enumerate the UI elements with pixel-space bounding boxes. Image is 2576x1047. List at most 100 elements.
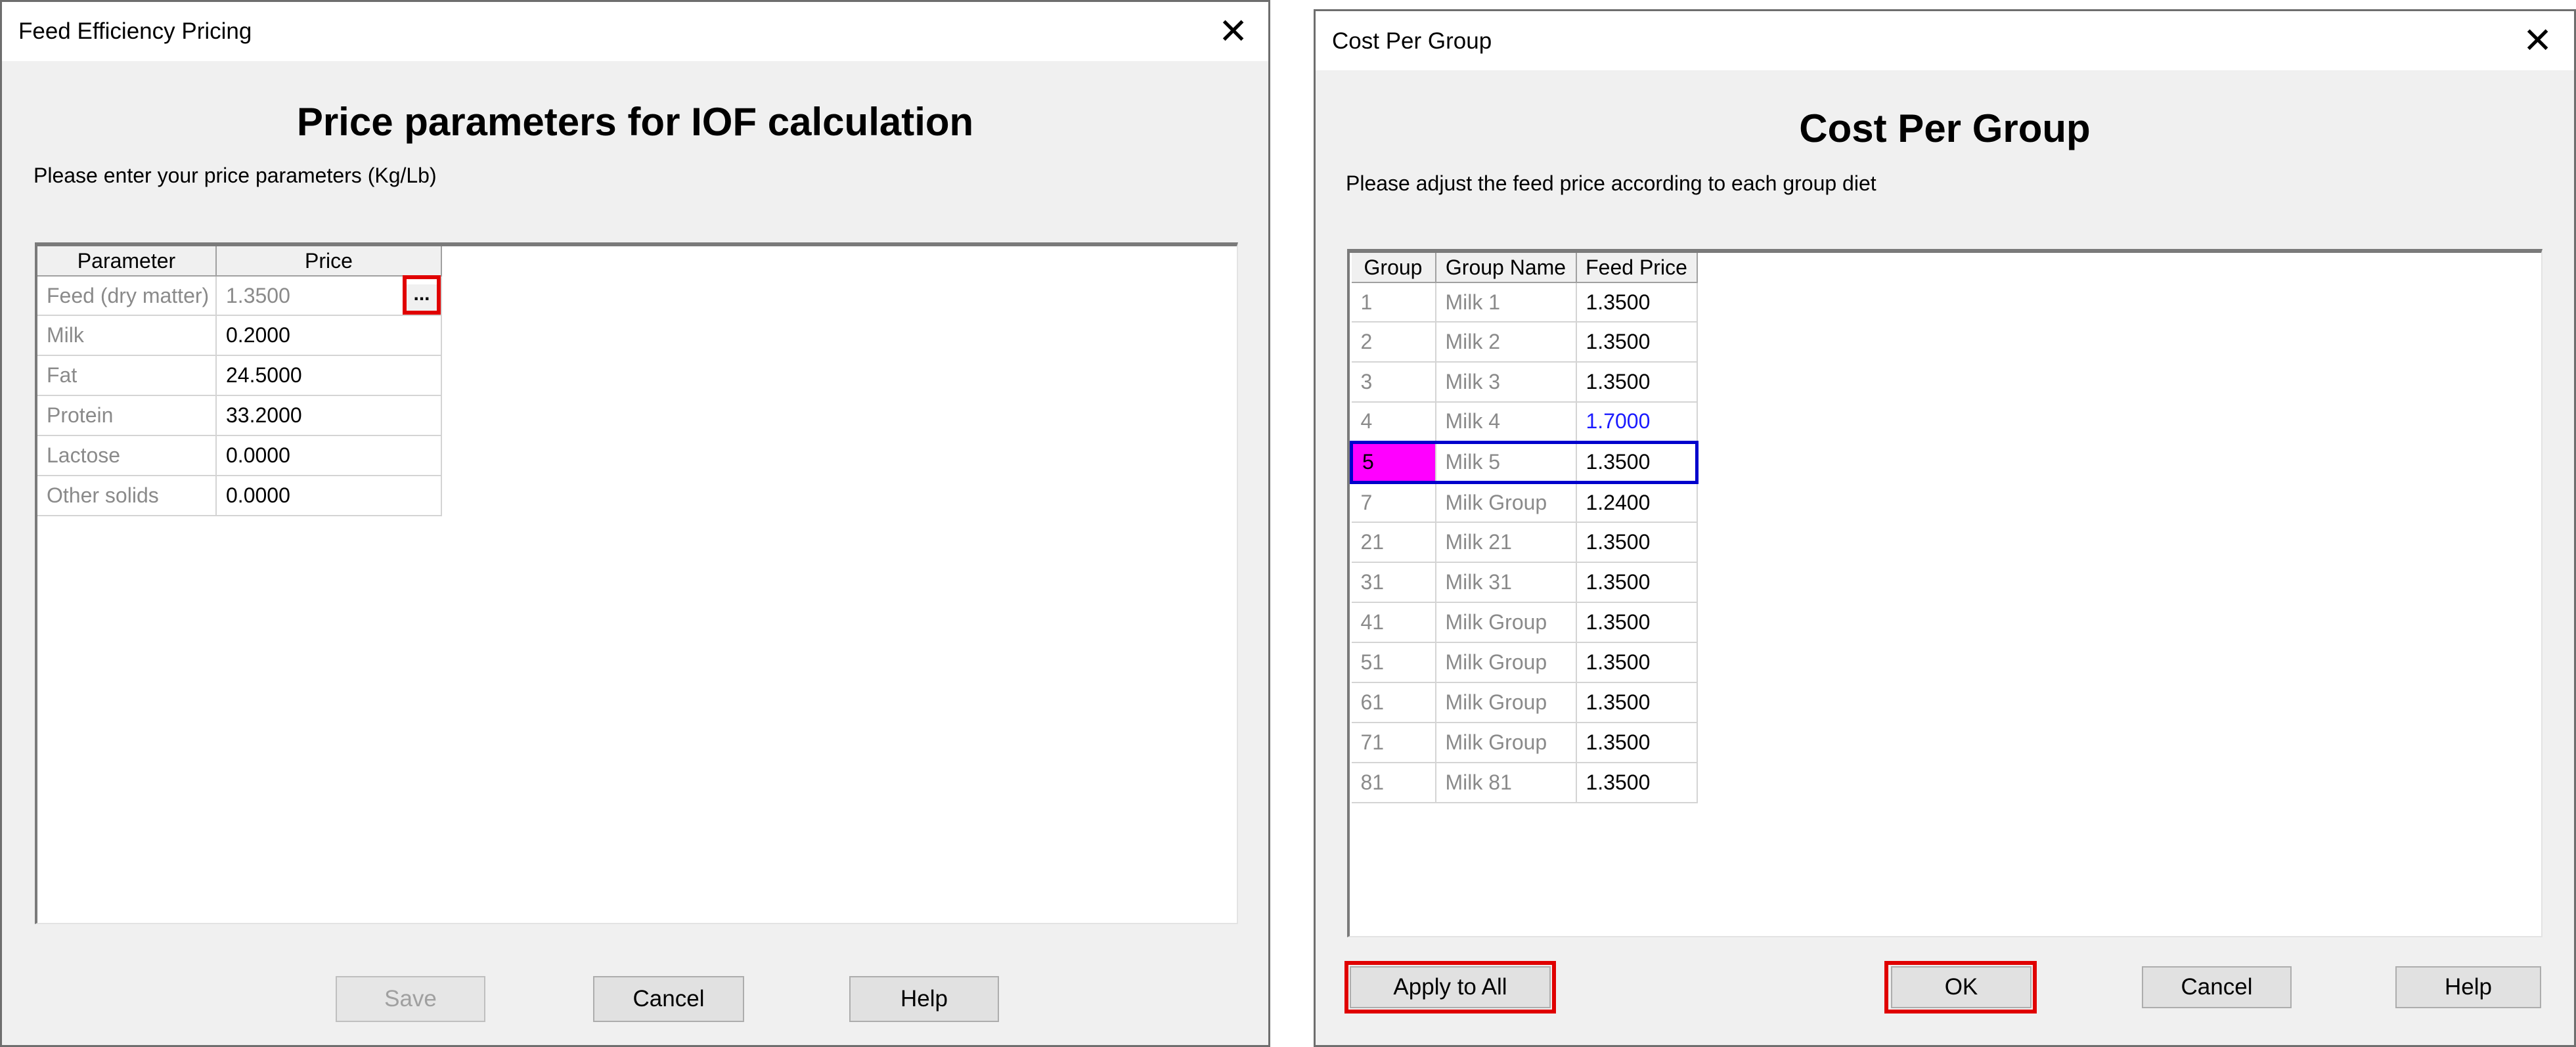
- feed-price-cell[interactable]: 1.3500: [1576, 440, 1699, 484]
- close-icon[interactable]: ✕: [2523, 23, 2552, 58]
- group-cell: 4: [1351, 402, 1436, 443]
- table-row[interactable]: 81 Milk 81 1.3500: [1351, 763, 1698, 803]
- group-name-cell: Milk 5: [1435, 440, 1577, 484]
- table-row[interactable]: 71 Milk Group 1.3500: [1351, 723, 1698, 763]
- table-row[interactable]: 2 Milk 2 1.3500: [1351, 322, 1698, 363]
- price-parameters-grid: Parameter Price Feed (dry matter) 1.3500…: [35, 242, 1238, 924]
- table-row[interactable]: Protein 33.2000: [37, 395, 442, 436]
- table-row[interactable]: 41 Milk Group 1.3500: [1351, 602, 1698, 643]
- price-cell[interactable]: 0.2000: [216, 315, 442, 356]
- price-cell[interactable]: 0.0000: [216, 476, 442, 516]
- table-row[interactable]: 4 Milk 4 1.7000: [1351, 402, 1698, 443]
- title-bar: Cost Per Group ✕: [1316, 11, 2574, 70]
- page-title: Price parameters for IOF calculation: [296, 100, 974, 144]
- window-title: Feed Efficiency Pricing: [18, 18, 252, 44]
- table-row[interactable]: 51 Milk Group 1.3500: [1351, 642, 1698, 683]
- column-header-group: Group: [1351, 253, 1436, 283]
- price-cell[interactable]: 0.0000: [216, 435, 442, 476]
- group-cell: 61: [1351, 682, 1436, 723]
- group-cell: 71: [1351, 723, 1436, 763]
- group-cell: 41: [1351, 602, 1436, 643]
- column-header-price: Price: [216, 246, 442, 277]
- group-cell: 1: [1351, 282, 1436, 323]
- group-cell: 3: [1351, 362, 1436, 403]
- feed-price-cell[interactable]: 1.3500: [1576, 602, 1698, 643]
- parameter-cell: Lactose: [37, 435, 217, 476]
- help-button[interactable]: Help: [849, 976, 999, 1022]
- group-name-cell: Milk 3: [1435, 362, 1577, 403]
- cancel-button[interactable]: Cancel: [593, 976, 744, 1022]
- window-title: Cost Per Group: [1332, 28, 1492, 54]
- feed-price-cell[interactable]: 1.3500: [1576, 362, 1698, 403]
- feed-price-cell[interactable]: 1.3500: [1576, 522, 1698, 563]
- group-cell-selected[interactable]: 5: [1350, 440, 1436, 484]
- feed-price-cell[interactable]: 1.3500: [1576, 322, 1698, 363]
- price-cell[interactable]: 24.5000: [216, 355, 442, 396]
- group-name-cell: Milk Group: [1435, 642, 1577, 683]
- group-name-cell: Milk 81: [1435, 763, 1577, 803]
- table-row[interactable]: 1 Milk 1 1.3500: [1351, 282, 1698, 323]
- help-button[interactable]: Help: [2395, 966, 2541, 1008]
- price-table: Parameter Price Feed (dry matter) 1.3500…: [37, 246, 442, 516]
- feed-price-cell[interactable]: 1.3500: [1576, 723, 1698, 763]
- table-header-row: Group Group Name Feed Price: [1351, 253, 1698, 283]
- group-table: Group Group Name Feed Price 1 Milk 1 1.3…: [1350, 253, 1699, 803]
- group-cell: 51: [1351, 642, 1436, 683]
- feed-efficiency-pricing-dialog: Feed Efficiency Pricing ✕ Price paramete…: [0, 0, 1270, 1047]
- instruction-text: Please enter your price parameters (Kg/L…: [33, 164, 437, 187]
- title-bar: Feed Efficiency Pricing ✕: [2, 2, 1268, 61]
- feed-price-cell[interactable]: 1.3500: [1576, 682, 1698, 723]
- cost-per-group-dialog: Cost Per Group ✕ Cost Per Group Please a…: [1314, 9, 2576, 1047]
- ok-highlight: [1884, 961, 2037, 1014]
- table-row[interactable]: 3 Milk 3 1.3500: [1351, 362, 1698, 403]
- group-name-cell: Milk Group: [1435, 682, 1577, 723]
- close-icon[interactable]: ✕: [1218, 14, 1248, 49]
- group-name-cell: Milk 31: [1435, 562, 1577, 603]
- group-cell: 21: [1351, 522, 1436, 563]
- save-button[interactable]: Save: [336, 976, 485, 1022]
- table-row[interactable]: Feed (dry matter) 1.3500: [37, 276, 442, 316]
- parameter-cell: Fat: [37, 355, 217, 396]
- column-header-group-name: Group Name: [1435, 253, 1577, 283]
- apply-to-all-highlight: [1344, 961, 1556, 1014]
- feed-price-cell-edited[interactable]: 1.7000: [1576, 402, 1698, 443]
- column-header-parameter: Parameter: [37, 246, 217, 277]
- feed-price-cell[interactable]: 1.3500: [1576, 282, 1698, 323]
- column-header-feed-price: Feed Price: [1576, 253, 1698, 283]
- table-row[interactable]: Other solids 0.0000: [37, 476, 442, 516]
- group-name-cell: Milk 2: [1435, 322, 1577, 363]
- cancel-button[interactable]: Cancel: [2142, 966, 2292, 1008]
- feed-price-cell[interactable]: 1.3500: [1576, 562, 1698, 603]
- price-cell[interactable]: 33.2000: [216, 395, 442, 436]
- table-row-selected[interactable]: 5 Milk 5 1.3500: [1350, 440, 1699, 484]
- table-row[interactable]: 7 Milk Group 1.2400: [1351, 482, 1698, 523]
- feed-price-cell[interactable]: 1.2400: [1576, 482, 1698, 523]
- group-cell: 81: [1351, 763, 1436, 803]
- group-name-cell: Milk 1: [1435, 282, 1577, 323]
- table-row[interactable]: 61 Milk Group 1.3500: [1351, 682, 1698, 723]
- group-name-cell: Milk 4: [1435, 402, 1577, 443]
- table-row[interactable]: 31 Milk 31 1.3500: [1351, 562, 1698, 603]
- table-row[interactable]: Milk 0.2000: [37, 315, 442, 356]
- group-name-cell: Milk 21: [1435, 522, 1577, 563]
- parameter-cell: Feed (dry matter): [37, 276, 217, 316]
- group-cell: 2: [1351, 322, 1436, 363]
- ellipsis-button[interactable]: ...: [407, 284, 437, 311]
- group-name-cell: Milk Group: [1435, 602, 1577, 643]
- page-title: Cost Per Group: [1799, 106, 2091, 150]
- group-cell: 31: [1351, 562, 1436, 603]
- table-header-row: Parameter Price: [37, 246, 442, 277]
- feed-price-cell[interactable]: 1.3500: [1576, 763, 1698, 803]
- group-cell: 7: [1351, 482, 1436, 523]
- table-row[interactable]: Lactose 0.0000: [37, 435, 442, 476]
- instruction-text: Please adjust the feed price according t…: [1346, 171, 1876, 195]
- group-name-cell: Milk Group: [1435, 482, 1577, 523]
- cost-per-group-grid: Group Group Name Feed Price 1 Milk 1 1.3…: [1347, 249, 2543, 937]
- feed-price-cell[interactable]: 1.3500: [1576, 642, 1698, 683]
- table-row[interactable]: 21 Milk 21 1.3500: [1351, 522, 1698, 563]
- table-row[interactable]: Fat 24.5000: [37, 355, 442, 396]
- group-name-cell: Milk Group: [1435, 723, 1577, 763]
- parameter-cell: Protein: [37, 395, 217, 436]
- parameter-cell: Other solids: [37, 476, 217, 516]
- parameter-cell: Milk: [37, 315, 217, 356]
